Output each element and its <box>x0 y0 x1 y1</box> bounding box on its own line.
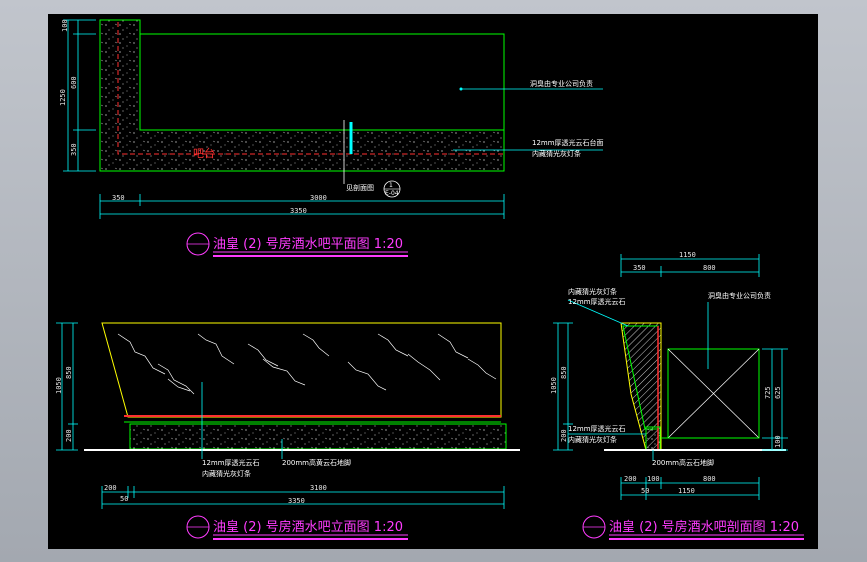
plan-note-mid-2: 内藏猜光灰灯条 <box>532 149 581 158</box>
elevation-note-3: 200mm高黄云石地脚 <box>282 458 351 467</box>
section-dim-100: 100 <box>647 475 660 483</box>
elev-dim-200: 200 <box>104 484 117 492</box>
section-note-top-1: 内藏猜光灰灯条 <box>568 287 617 296</box>
plan-dim-350: 350 <box>112 194 125 202</box>
section-dim-200: 200 <box>624 475 637 483</box>
section-vdim-725: 725 <box>764 386 772 399</box>
svg-text:E-04: E-04 <box>385 190 399 197</box>
section-dim-800-bottom: 800 <box>703 475 716 483</box>
section-vdim-625: 625 <box>774 386 782 399</box>
section-title: 油皇 (2) 号房酒水吧剖面图 1:20 <box>609 519 799 535</box>
plan-section-ref: 见剖面图 <box>346 183 374 192</box>
section-view: 内藏猜光灰灯条 12mm厚透光云石 洞臭由专业公司负责 12mm厚透光云石 内藏… <box>550 251 804 540</box>
elevation-note-2: 内藏猜光灰灯条 <box>202 469 251 478</box>
plan-view: 吧台 洞臭由专业公司负责 12mm厚透光云石台面 内藏猜光灰灯条 见剖面图 1 … <box>59 19 604 257</box>
elevation-base <box>129 423 507 450</box>
cad-window: 吧台 洞臭由专业公司负责 12mm厚透光云石台面 内藏猜光灰灯条 见剖面图 1 … <box>0 0 867 562</box>
plan-note-mid-1: 12mm厚透光云石台面 <box>532 138 604 147</box>
section-note-right: 洞臭由专业公司负责 <box>708 291 771 300</box>
section-note-mid-2: 内藏猜光灰灯条 <box>568 435 617 444</box>
section-vdim-850: 850 <box>560 366 568 379</box>
section-dim-1150-bottom: 1150 <box>678 487 695 495</box>
elevation-view: 12mm厚透光云石 内藏猜光灰灯条 200mm高黄云石地脚 1050 850 2… <box>55 322 520 540</box>
elevation-note-1: 12mm厚透光云石 <box>202 458 260 467</box>
plan-vdim-1250: 1250 <box>59 89 67 106</box>
section-dim-1150-top: 1150 <box>679 251 696 259</box>
svg-text:1: 1 <box>389 182 393 189</box>
plan-dim-3000: 3000 <box>310 194 327 202</box>
elev-vdim-1050: 1050 <box>55 377 63 394</box>
elev-vdim-200: 200 <box>65 429 73 442</box>
plan-counter <box>99 19 505 172</box>
plan-dim-3350: 3350 <box>290 207 307 215</box>
elev-dim-50: 50 <box>120 495 128 503</box>
section-vdim-100: 100 <box>774 435 782 448</box>
drawing-canvas[interactable]: 吧台 洞臭由专业公司负责 12mm厚透光云石台面 内藏猜光灰灯条 见剖面图 1 … <box>48 14 818 549</box>
section-dim-50: 50 <box>641 487 649 495</box>
section-note-top-2: 12mm厚透光云石 <box>568 297 626 306</box>
plan-vdim-600: 600 <box>70 76 78 89</box>
plan-title: 油皇 (2) 号房酒水吧平面图 1:20 <box>213 236 403 252</box>
section-dim-350: 350 <box>633 264 646 272</box>
plan-vdim-100: 100 <box>61 19 69 32</box>
section-vdim-1050: 1050 <box>550 377 558 394</box>
elevation-title: 油皇 (2) 号房酒水吧立面图 1:20 <box>213 519 403 535</box>
elev-dim-3350: 3350 <box>288 497 305 505</box>
section-note-bottom: 200mm高云石地脚 <box>652 458 714 467</box>
elevation-marble-panel <box>101 322 502 418</box>
elev-vdim-850: 850 <box>65 366 73 379</box>
cad-drawing: 吧台 洞臭由专业公司负责 12mm厚透光云石台面 内藏猜光灰灯条 见剖面图 1 … <box>55 19 804 540</box>
section-dim-800-top: 800 <box>703 264 716 272</box>
elev-dim-3100: 3100 <box>310 484 327 492</box>
plan-back-area <box>140 33 505 130</box>
plan-note-top: 洞臭由专业公司负责 <box>530 79 593 88</box>
plan-vdim-350: 350 <box>70 143 78 156</box>
bar-label: 吧台 <box>193 146 215 160</box>
section-note-mid-1: 12mm厚透光云石 <box>568 424 626 433</box>
section-vdim-200: 200 <box>560 429 568 442</box>
